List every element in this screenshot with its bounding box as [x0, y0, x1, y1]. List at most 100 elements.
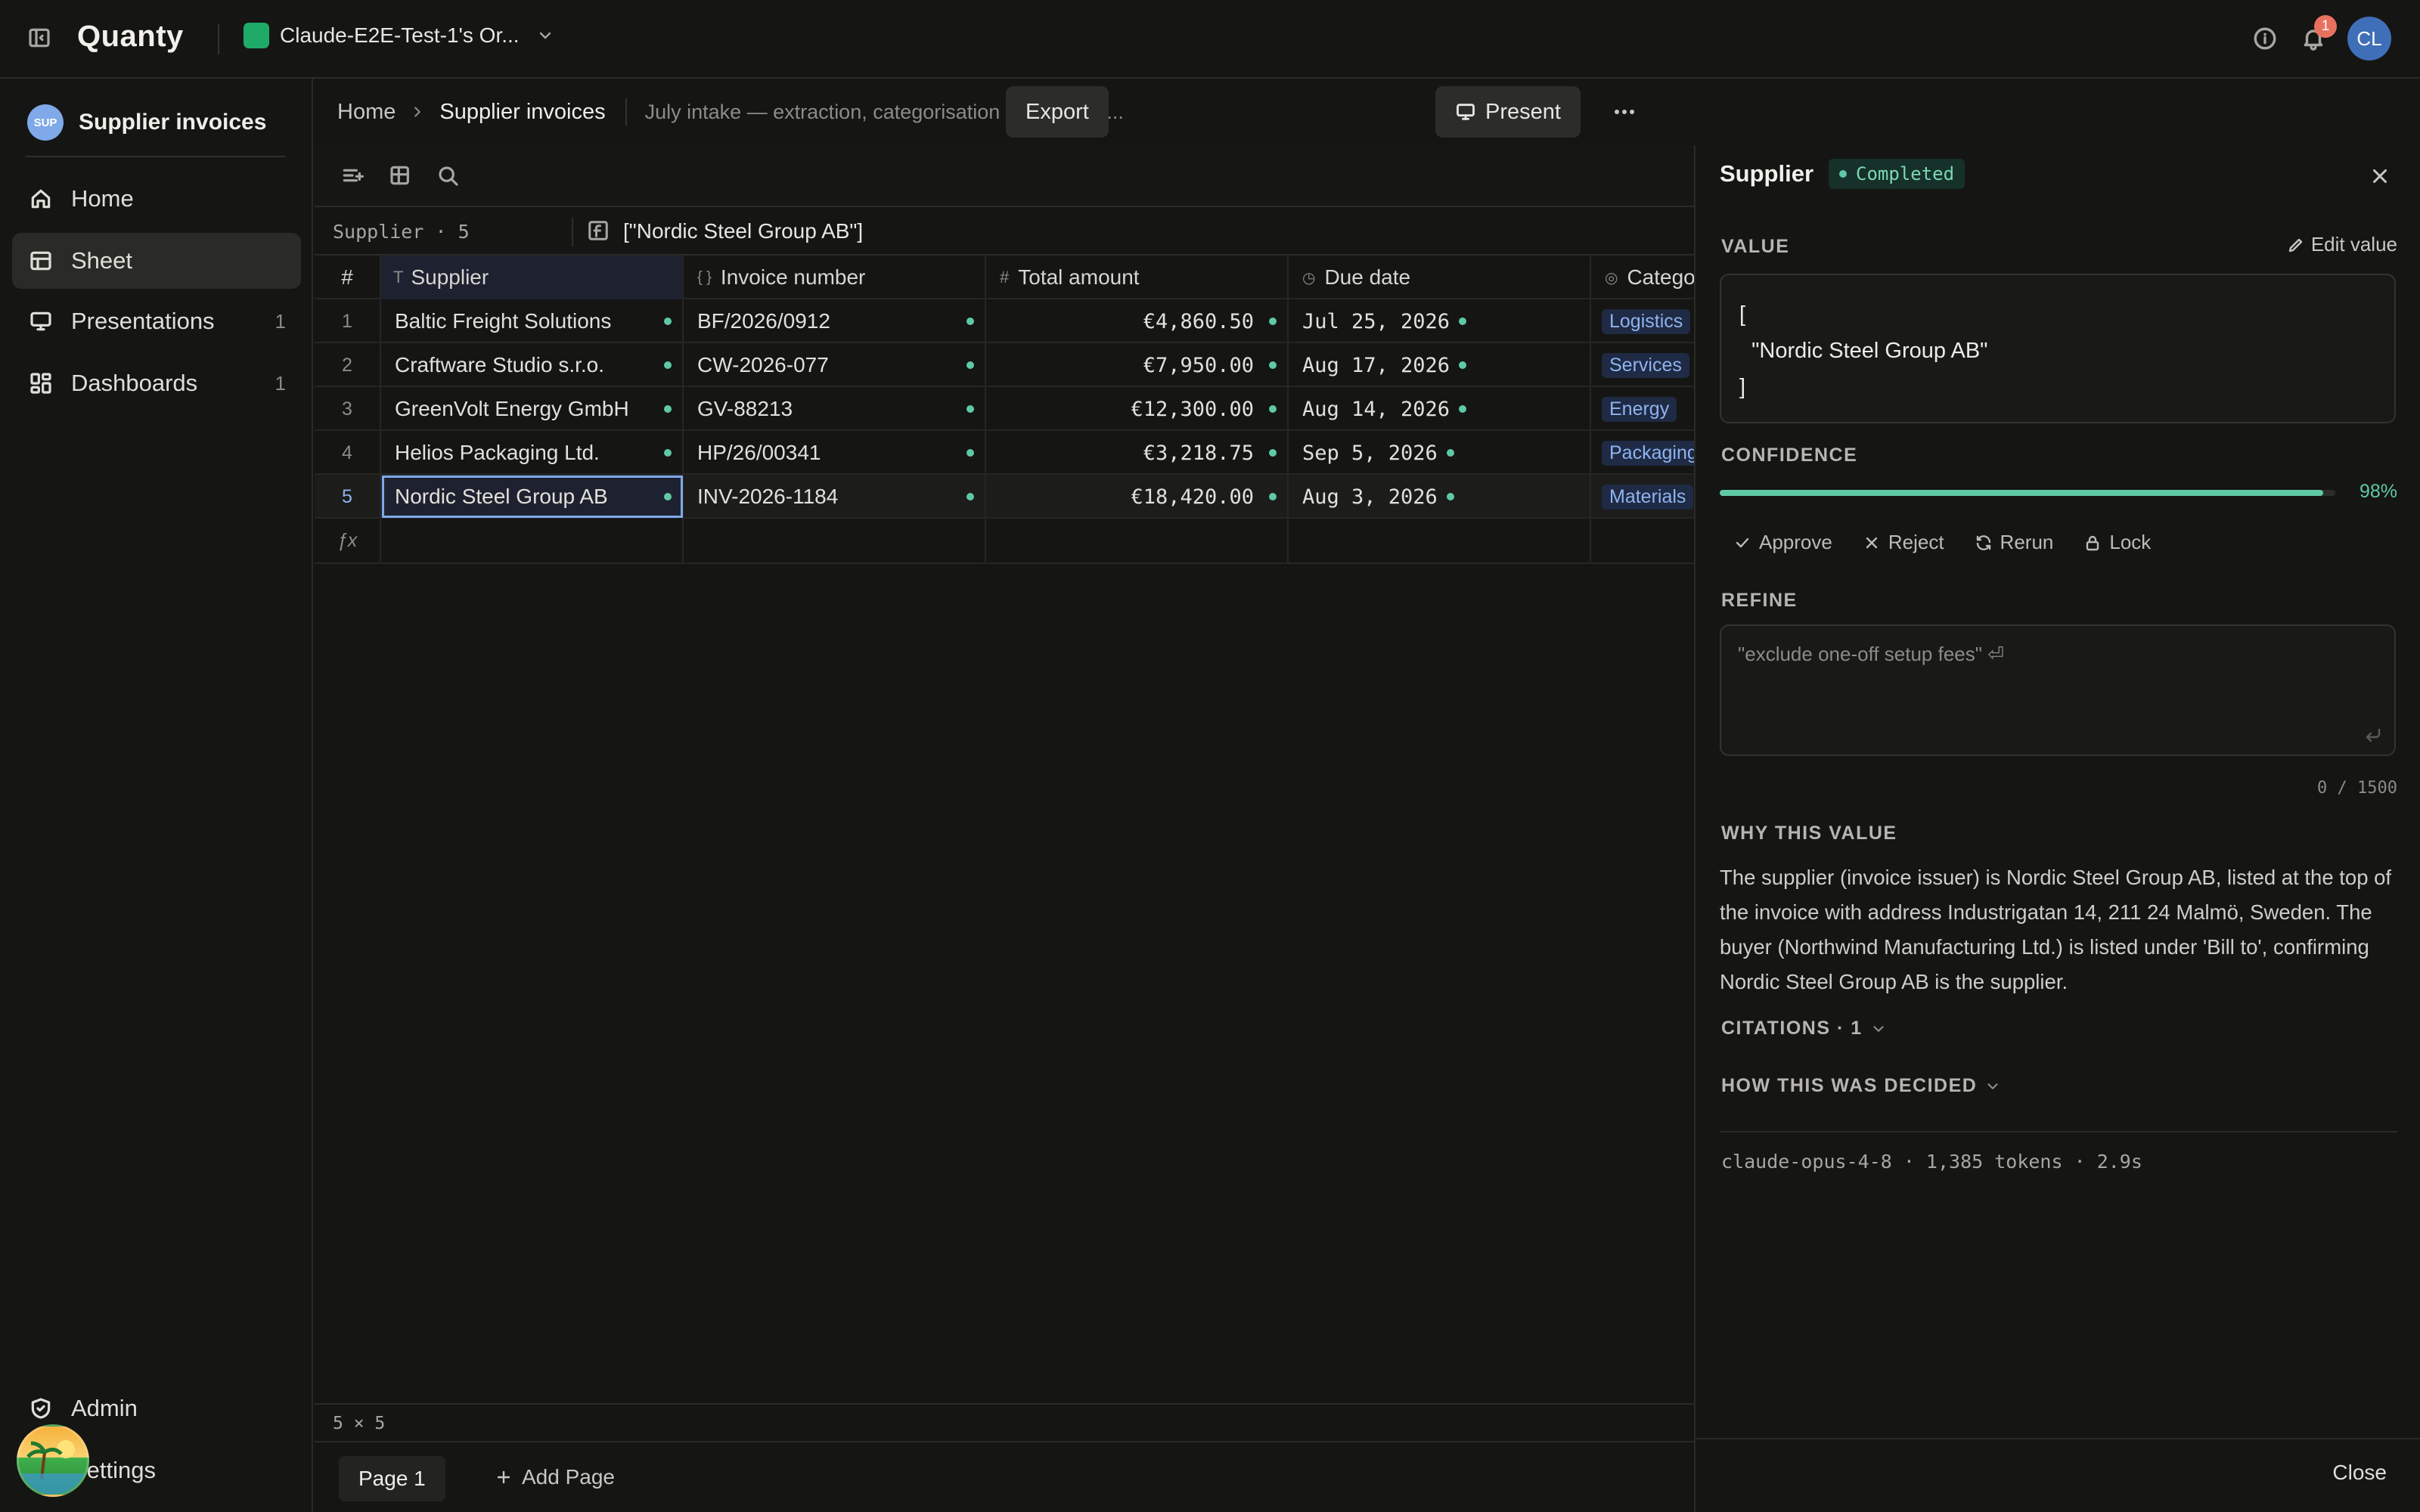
lock-label: Lock	[2109, 531, 2152, 553]
divider	[1696, 1438, 2420, 1439]
table-cell[interactable]	[1591, 519, 1694, 562]
panel-title: Supplier	[1720, 160, 1814, 187]
page-tab[interactable]: Page 1	[339, 1456, 445, 1501]
fx-label: ƒx	[315, 519, 381, 562]
close-button[interactable]: Close	[2332, 1461, 2387, 1485]
table-cell[interactable]	[684, 519, 986, 562]
citations-toggle[interactable]: CITATIONS · 1	[1721, 1018, 1887, 1040]
table-cell-supplier[interactable]: Craftware Studio s.r.o.	[381, 343, 684, 387]
org-switcher[interactable]: Claude-E2E-Test-1's Or...	[244, 23, 554, 48]
table-cell-invoice[interactable]: INV-2026-1184	[684, 475, 986, 519]
app-logo[interactable]: Quanty	[77, 20, 184, 54]
workspace-header[interactable]: SUP Supplier invoices	[27, 104, 266, 141]
export-button[interactable]: Export	[1006, 86, 1109, 138]
add-row-icon[interactable]	[340, 163, 365, 187]
table-cell-category[interactable]: Packaging	[1591, 431, 1694, 475]
lock-icon	[2083, 534, 2109, 552]
table-cell-supplier[interactable]: GreenVolt Energy GmbH	[381, 387, 684, 431]
table-cell-category[interactable]: Energy	[1591, 387, 1694, 431]
table-row[interactable]: 3 GreenVolt Energy GmbH GV-88213 €12,300.00…	[315, 387, 1694, 431]
sidebar-toggle-icon[interactable]	[27, 26, 51, 50]
cell-value: Jul 25, 2026	[1302, 309, 1450, 333]
reject-button[interactable]: Reject	[1863, 531, 1944, 554]
data-table: # T Supplier { } Invoice number # Total …	[315, 256, 1694, 565]
table-row[interactable]: 2 Craftware Studio s.r.o. CW-2026-077 €7,95…	[315, 343, 1694, 387]
table-cell[interactable]	[381, 519, 684, 562]
table-cell[interactable]	[1289, 519, 1591, 562]
cell-value: €4,860.50	[1143, 309, 1254, 333]
table-cell-due[interactable]: Aug 17, 2026	[1289, 343, 1591, 387]
more-options-icon[interactable]	[1611, 101, 1638, 122]
table-cell-supplier[interactable]: Nordic Steel Group AB	[381, 475, 684, 519]
cell-value: €7,950.00	[1143, 353, 1254, 377]
formula-input[interactable]: ["Nordic Steel Group AB"]	[623, 219, 863, 243]
refine-placeholder: "exclude one-off setup fees" ⏎	[1738, 643, 2004, 665]
table-cell-invoice[interactable]: CW-2026-077	[684, 343, 986, 387]
column-label: Due date	[1324, 265, 1411, 289]
table-cell-category[interactable]: Materials	[1591, 475, 1694, 519]
table-cell-category[interactable]: Logistics	[1591, 299, 1694, 343]
assistant-avatar-icon[interactable]	[17, 1424, 89, 1497]
table-cell-amount[interactable]: €3,218.75	[986, 431, 1289, 475]
column-header-invoice-number[interactable]: { } Invoice number	[684, 256, 986, 299]
table-cell-due[interactable]: Aug 14, 2026	[1289, 387, 1591, 431]
edit-value-button[interactable]: Edit value	[2287, 233, 2397, 256]
column-header-category[interactable]: ◎ Catego	[1591, 256, 1694, 299]
table-cell-supplier[interactable]: Baltic Freight Solutions	[381, 299, 684, 343]
add-column-icon[interactable]	[389, 163, 413, 187]
status-dot	[966, 493, 974, 500]
add-page-button[interactable]: Add Page	[495, 1465, 615, 1489]
sidebar-item-presentations[interactable]: Presentations 1	[12, 293, 301, 349]
close-icon[interactable]	[2369, 165, 2391, 187]
table-cell-invoice[interactable]: GV-88213	[684, 387, 986, 431]
citations-label: CITATIONS · 1	[1721, 1018, 1863, 1039]
sidebar-item-home[interactable]: Home	[12, 171, 301, 227]
refine-input[interactable]: "exclude one-off setup fees" ⏎	[1720, 624, 2396, 756]
edit-value-label: Edit value	[2310, 233, 2397, 256]
column-header-supplier[interactable]: T Supplier	[381, 256, 684, 299]
breadcrumb-home[interactable]: Home	[337, 100, 396, 125]
table-cell-amount[interactable]: €4,860.50	[986, 299, 1289, 343]
search-icon[interactable]	[436, 163, 460, 187]
cell-value: Aug 14, 2026	[1302, 397, 1450, 421]
table-cell[interactable]	[986, 519, 1289, 562]
table-row[interactable]: 4 Helios Packaging Ltd. HP/26/00341 €3,218.…	[315, 431, 1694, 475]
table-cell-amount[interactable]: €18,420.00	[986, 475, 1289, 519]
table-row[interactable]: 1 Baltic Freight Solutions BF/2026/0912 €4,…	[315, 299, 1694, 343]
sidebar-item-dashboards[interactable]: Dashboards 1	[12, 355, 301, 411]
category-tag: Materials	[1602, 484, 1694, 510]
cell-value: €3,218.75	[1143, 441, 1254, 465]
lock-button[interactable]: Lock	[2083, 531, 2151, 554]
breadcrumb-current[interactable]: Supplier invoices	[439, 100, 605, 125]
sidebar-item-sheet[interactable]: Sheet	[12, 233, 301, 289]
rerun-button[interactable]: Rerun	[1975, 531, 2053, 554]
approve-button[interactable]: Approve	[1733, 531, 1832, 554]
table-cell-invoice[interactable]: BF/2026/0912	[684, 299, 986, 343]
approve-label: Approve	[1759, 531, 1832, 553]
notifications-button[interactable]: 1	[2301, 15, 2337, 51]
sidebar-item-label: Admin	[71, 1395, 138, 1421]
avatar[interactable]: CL	[2347, 17, 2391, 60]
info-icon[interactable]	[2252, 26, 2278, 51]
table-cell-due[interactable]: Aug 3, 2026	[1289, 475, 1591, 519]
workspace-name: Supplier invoices	[79, 110, 267, 135]
column-header-due-date[interactable]: ◷ Due date	[1289, 256, 1591, 299]
table-cell-supplier[interactable]: Helios Packaging Ltd.	[381, 431, 684, 475]
table-cell-category[interactable]: Services	[1591, 343, 1694, 387]
table-cell-due[interactable]: Sep 5, 2026	[1289, 431, 1591, 475]
table-row[interactable]: 5 Nordic Steel Group AB INV-2026-1184 €18,4…	[315, 475, 1694, 519]
row-number: 4	[315, 431, 381, 475]
present-button[interactable]: Present	[1435, 86, 1581, 138]
table-cell-amount[interactable]: €7,950.00	[986, 343, 1289, 387]
table-cell-due[interactable]: Jul 25, 2026	[1289, 299, 1591, 343]
table-cell-invoice[interactable]: HP/26/00341	[684, 431, 986, 475]
status-dot	[1269, 493, 1277, 500]
decided-toggle[interactable]: HOW THIS WAS DECIDED	[1721, 1075, 2001, 1097]
confidence-bar	[1720, 490, 2335, 496]
table-cell-amount[interactable]: €12,300.00	[986, 387, 1289, 431]
text-type-icon: T	[393, 268, 404, 287]
cell-value: €12,300.00	[1131, 397, 1254, 421]
status-dot	[1839, 170, 1848, 178]
column-header-total-amount[interactable]: # Total amount	[986, 256, 1289, 299]
cell-reference: Supplier · 5	[333, 221, 470, 243]
